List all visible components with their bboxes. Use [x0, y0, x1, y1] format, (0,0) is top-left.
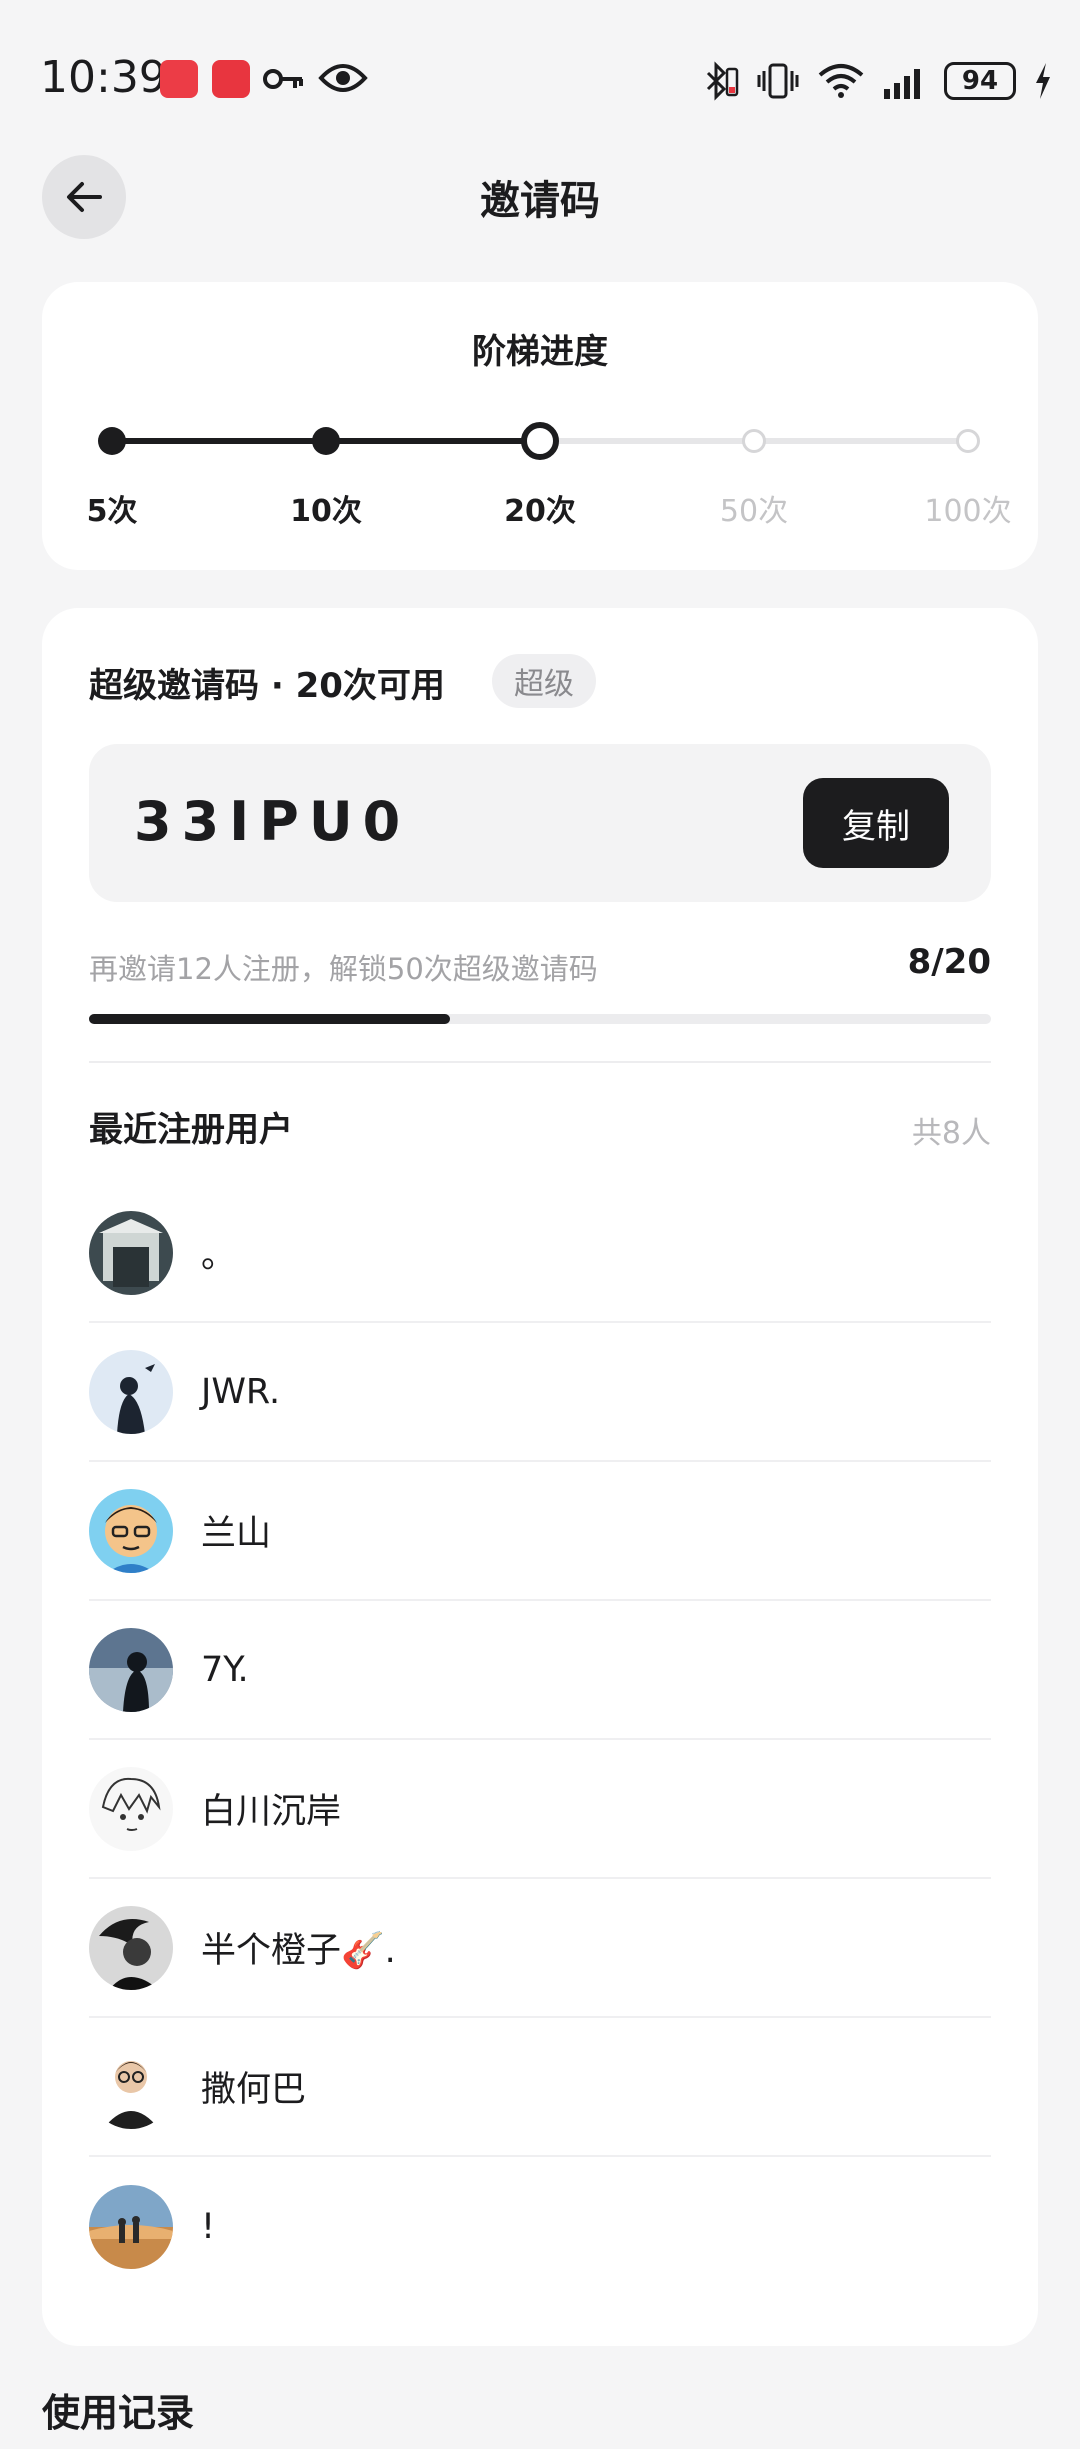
- invite-code-value[interactable]: 33IPU0: [134, 790, 410, 853]
- user-name: JWR.: [201, 1371, 281, 1412]
- vibrate-icon: [757, 63, 799, 99]
- ladder-node-pending: [956, 429, 980, 453]
- bluetooth-icon: [706, 61, 739, 101]
- key-icon: [263, 69, 303, 89]
- red-app-icon: [212, 60, 250, 98]
- signal-icon: [884, 69, 920, 99]
- user-row[interactable]: !: [89, 2157, 991, 2296]
- user-row[interactable]: 白川沉岸: [89, 1740, 991, 1879]
- ladder-progress-card: 阶梯进度 5次 10次 20次 50次 100次: [42, 282, 1038, 570]
- status-right: 94: [700, 56, 1054, 106]
- user-name: 兰山: [201, 1514, 272, 1554]
- huawei-appgallery-icon: [160, 60, 198, 98]
- avatar: [89, 2044, 173, 2129]
- invite-progress-bar: [89, 1014, 991, 1024]
- avatar: [89, 1210, 173, 1295]
- avatar: [89, 1905, 173, 1990]
- user-name: 白川沉岸: [201, 1792, 342, 1832]
- unlock-hint: 再邀请12人注册，解锁50次超级邀请码: [89, 952, 598, 986]
- user-name: !: [201, 2206, 216, 2247]
- user-name: 半个橙子🎸.: [201, 1931, 396, 1971]
- ladder-node-done: [98, 427, 126, 455]
- recent-users-count: 共8人: [911, 1116, 991, 1151]
- user-row[interactable]: 7Y.: [89, 1601, 991, 1740]
- copy-button[interactable]: 复制: [803, 778, 949, 868]
- wifi-icon: [818, 64, 864, 98]
- user-row[interactable]: 兰山: [89, 1462, 991, 1601]
- avatar: [89, 1766, 173, 1851]
- invite-progress-fill: [89, 1014, 450, 1024]
- recent-users-title: 最近注册用户: [89, 1110, 293, 1150]
- ladder-step-label: 20次: [504, 494, 576, 529]
- status-bar: 10:39 94: [0, 0, 1080, 150]
- invite-count: 8/20: [907, 942, 991, 982]
- super-badge: 超级: [492, 654, 596, 708]
- avatar: [89, 2184, 173, 2269]
- ladder-step-label: 5次: [86, 494, 138, 529]
- avatar: [89, 1349, 173, 1434]
- user-row[interactable]: 。: [89, 1184, 991, 1323]
- user-name: 。: [201, 1236, 237, 1276]
- eye-icon: [318, 64, 368, 92]
- page-title: 邀请码: [480, 178, 600, 224]
- ladder-node-done: [312, 427, 340, 455]
- user-name: 7Y.: [201, 1649, 249, 1690]
- invite-code-title: 超级邀请码 · 20次可用: [89, 666, 445, 706]
- charging-icon: [1036, 63, 1050, 99]
- avatar: [89, 1627, 173, 1712]
- ladder-title: 阶梯进度: [472, 332, 608, 372]
- status-time: 10:39: [40, 52, 167, 103]
- ladder-step-label: 50次: [719, 494, 789, 529]
- invite-code-box: 33IPU0 复制: [89, 744, 991, 902]
- ladder-node-current: [521, 422, 559, 460]
- battery-indicator: 94: [944, 62, 1016, 100]
- divider: [89, 1061, 991, 1063]
- ladder-step-label: 100次: [924, 494, 1012, 529]
- avatar: [89, 1488, 173, 1573]
- ladder-node-pending: [742, 429, 766, 453]
- user-row[interactable]: 撒何巴: [89, 2018, 991, 2157]
- usage-records-title: 使用记录: [42, 2391, 195, 2435]
- user-row[interactable]: 半个橙子🎸.: [89, 1879, 991, 2018]
- invite-code-card: 超级邀请码 · 20次可用 超级 33IPU0 复制 再邀请12人注册，解锁50…: [42, 608, 1038, 2346]
- user-name: 撒何巴: [201, 2070, 307, 2110]
- ladder-step-label: 10次: [290, 494, 362, 529]
- user-row[interactable]: JWR.: [89, 1323, 991, 1462]
- recent-user-list: 。 JWR. 兰山 7Y. 白川沉岸 半个橙子🎸. 撒何巴 !: [89, 1184, 991, 2296]
